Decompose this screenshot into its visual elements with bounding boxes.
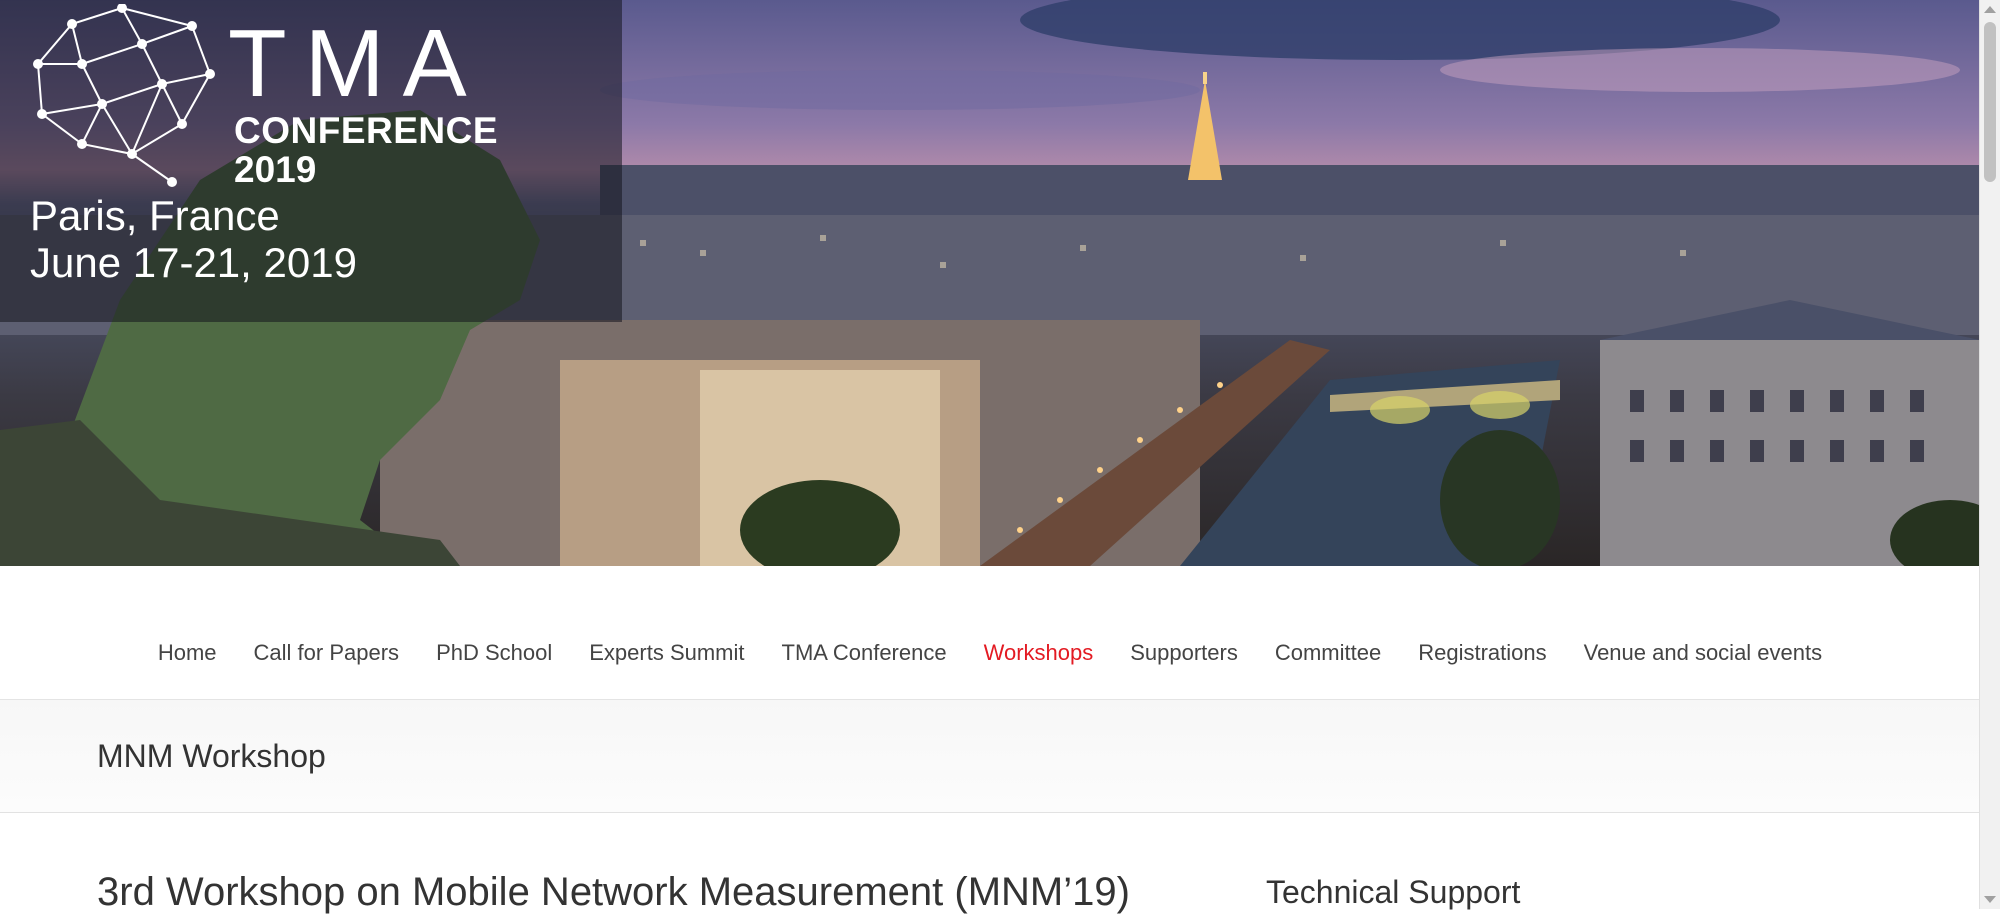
nav-item-venue-and-social-events[interactable]: Venue and social events xyxy=(1565,640,1841,666)
header-banner: TMA CONFERENCE 2019 Paris, France June 1… xyxy=(0,0,1980,566)
scrollbar-thumb[interactable] xyxy=(1984,22,1996,182)
nav-item-registrations[interactable]: Registrations xyxy=(1400,640,1565,666)
page-title: MNM Workshop xyxy=(97,738,326,774)
sidebar-heading: Technical Support xyxy=(1266,874,1521,910)
nav-item-workshops[interactable]: Workshops xyxy=(965,640,1112,666)
nav-item-tma-conference[interactable]: TMA Conference xyxy=(763,640,965,666)
article-heading: 3rd Workshop on Mobile Network Measureme… xyxy=(97,870,1130,914)
nav-item-home[interactable]: Home xyxy=(139,640,235,666)
logo-tma-text: TMA xyxy=(228,10,485,117)
main-navigation: Home Call for Papers PhD School Experts Sum… xyxy=(0,566,1980,700)
scroll-up-arrow-icon[interactable] xyxy=(1984,6,1996,13)
logo-conference-text: CONFERENCE xyxy=(234,110,499,151)
nav-item-call-for-papers[interactable]: Call for Papers xyxy=(235,640,418,666)
nav-item-phd-school[interactable]: PhD School xyxy=(418,640,571,666)
nav-menu: Home Call for Papers PhD School Experts Sum… xyxy=(0,640,1980,666)
network-brain-logo-icon xyxy=(33,4,215,187)
event-dates: June 17-21, 2019 xyxy=(30,239,357,286)
vertical-scrollbar[interactable] xyxy=(1979,0,2000,909)
logo-year-text: 2019 xyxy=(234,149,317,190)
nav-item-committee[interactable]: Committee xyxy=(1256,640,1399,666)
scroll-down-arrow-icon[interactable] xyxy=(1984,896,1996,903)
event-location: Paris, France xyxy=(30,192,280,239)
nav-item-experts-summit[interactable]: Experts Summit xyxy=(571,640,763,666)
nav-item-supporters[interactable]: Supporters xyxy=(1112,640,1257,666)
page-title-bar: MNM Workshop xyxy=(0,700,1980,813)
